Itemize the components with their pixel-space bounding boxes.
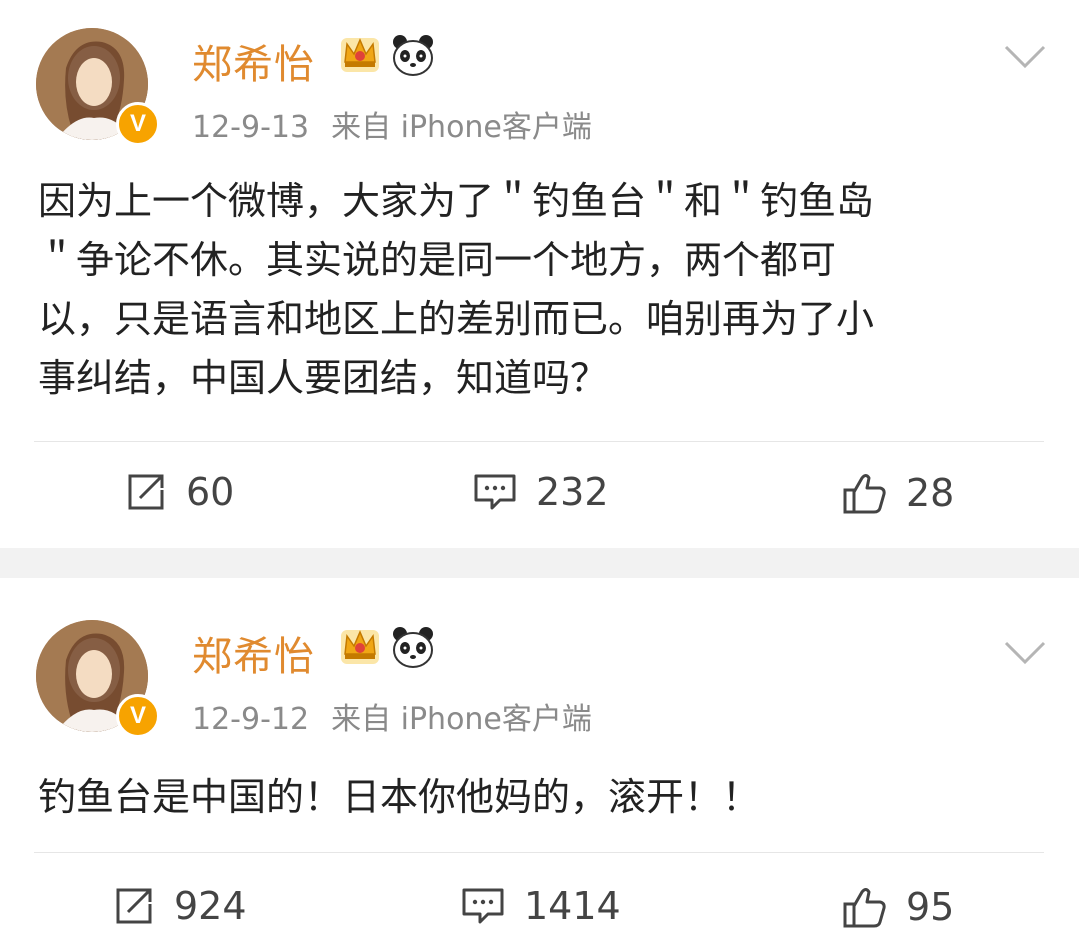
divider xyxy=(34,441,1044,442)
username[interactable]: 郑希怡 xyxy=(192,32,315,90)
thumbs-up-icon xyxy=(843,888,886,928)
weibo-post: V 郑希怡 12-9-13 来自 iPhone客户端 因为上一个微博，大家为了＂钓… xyxy=(0,0,1079,548)
thumbs-up-icon xyxy=(843,474,886,514)
panda-icon xyxy=(393,35,433,76)
post-text-line: 事纠结，中国人要团结，知道吗？ xyxy=(38,356,609,400)
like-count: 95 xyxy=(906,885,955,929)
post-separator xyxy=(0,548,1079,578)
post-source[interactable]: 来自 iPhone客户端 xyxy=(331,110,592,145)
like-button[interactable]: 95 xyxy=(842,884,954,930)
post-text: 因为上一个微博，大家为了＂钓鱼台＂和＂钓鱼岛 ＂争论不休。其实说的是同一个地方，… xyxy=(38,172,1038,408)
comment-button[interactable]: 1414 xyxy=(460,884,621,928)
comment-count: 232 xyxy=(536,470,609,514)
comment-icon xyxy=(474,474,516,510)
post-text-line: 钓鱼台是中国的！日本你他妈的，滚开！！ xyxy=(38,775,761,819)
post-text-line: 因为上一个微博，大家为了＂钓鱼台＂和＂钓鱼岛 xyxy=(38,179,875,223)
repost-count: 924 xyxy=(174,884,247,928)
comment-icon xyxy=(462,888,504,924)
chevron-down-icon[interactable] xyxy=(1004,640,1046,666)
repost-button[interactable]: 60 xyxy=(124,470,234,514)
like-button[interactable]: 28 xyxy=(842,470,954,516)
post-date: 12-9-12 xyxy=(192,702,310,737)
crown-icon xyxy=(341,38,379,72)
username[interactable]: 郑希怡 xyxy=(192,624,315,682)
divider xyxy=(34,852,1044,853)
repost-count: 60 xyxy=(186,470,235,514)
verified-badge-icon: V xyxy=(116,694,160,738)
repost-icon xyxy=(116,888,152,924)
panda-icon xyxy=(393,627,433,668)
weibo-post: V 郑希怡 12-9-12 来自 iPhone客户端 钓鱼台是中国的！日本你他妈的… xyxy=(0,578,1079,931)
chevron-down-icon[interactable] xyxy=(1004,44,1046,70)
repost-icon xyxy=(128,474,164,510)
repost-button[interactable]: 924 xyxy=(112,884,247,928)
like-count: 28 xyxy=(906,471,955,515)
comment-count: 1414 xyxy=(524,884,621,928)
post-date: 12-9-13 xyxy=(192,110,310,145)
post-meta: 12-9-13 来自 iPhone客户端 xyxy=(192,102,592,146)
post-text-line: 以，只是语言和地区上的差别而已。咱别再为了小 xyxy=(38,297,875,341)
post-text: 钓鱼台是中国的！日本你他妈的，滚开！！ xyxy=(38,768,1038,827)
post-source[interactable]: 来自 iPhone客户端 xyxy=(331,702,592,737)
post-text-line: ＂争论不休。其实说的是同一个地方，两个都可 xyxy=(38,238,837,282)
crown-icon xyxy=(341,630,379,664)
verified-badge-icon: V xyxy=(116,102,160,146)
post-meta: 12-9-12 来自 iPhone客户端 xyxy=(192,694,592,738)
comment-button[interactable]: 232 xyxy=(472,470,609,514)
